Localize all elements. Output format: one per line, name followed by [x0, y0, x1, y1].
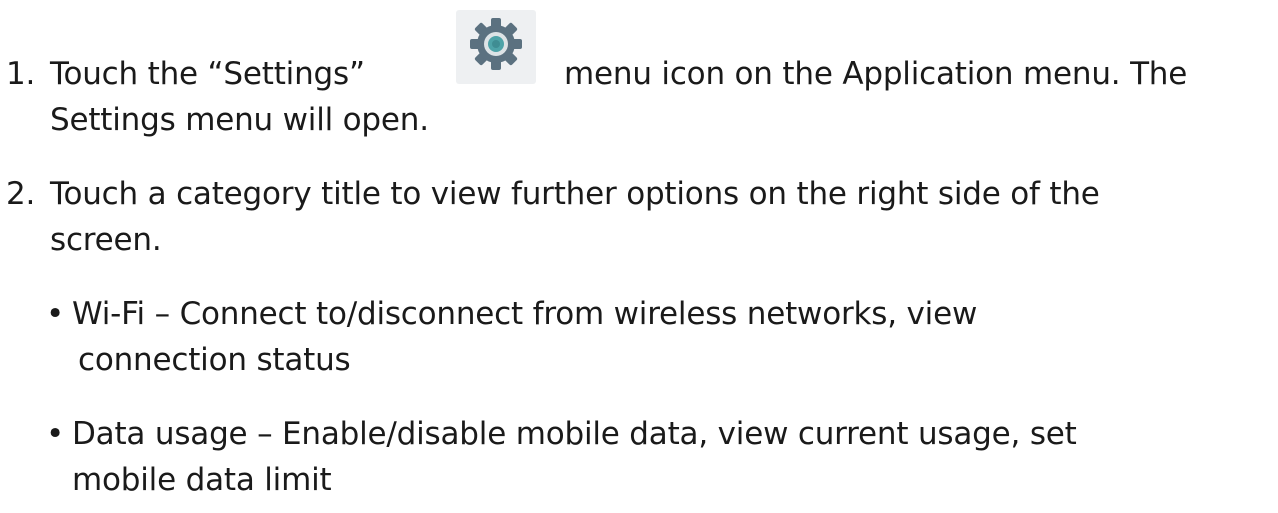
step-1-continuation: Settings menu will open. [50, 102, 429, 138]
settings-icon-box [456, 10, 536, 84]
bullet-marker: • [46, 296, 65, 332]
bullet-wifi-continuation: connection status [78, 342, 351, 378]
step-1-text-after-icon: menu icon on the Application menu. The [564, 56, 1188, 92]
gear-icon [470, 18, 522, 70]
instruction-document: 1. Touch the “Settings” menu icon on the… [0, 0, 1278, 513]
step-2-continuation: screen. [50, 222, 162, 258]
step-2-text: Touch a category title to view further o… [50, 176, 1100, 212]
bullet-marker: • [46, 416, 65, 452]
step-2-number: 2. [6, 176, 36, 212]
bullet-wifi-text: Wi-Fi – Connect to/disconnect from wirel… [72, 296, 978, 332]
step-1-number: 1. [6, 56, 36, 92]
bullet-data-usage-text: Data usage – Enable/disable mobile data,… [72, 416, 1077, 452]
step-1-text-before-icon: Touch the “Settings” [50, 56, 365, 92]
bullet-data-usage-continuation: mobile data limit [72, 462, 332, 498]
